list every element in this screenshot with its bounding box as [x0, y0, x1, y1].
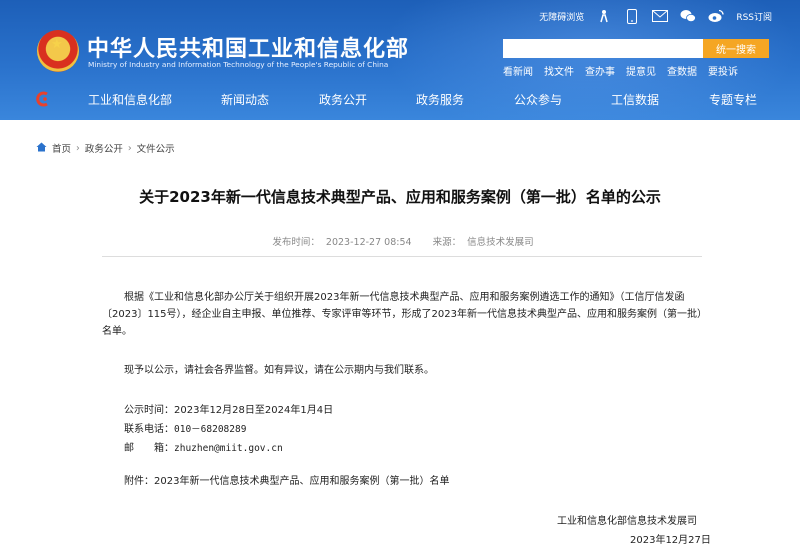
quick-link-complaints[interactable]: 要投诉 — [708, 63, 738, 78]
period-value: 2023年12月28日至2024年1月4日 — [174, 405, 334, 416]
contact-info: 公示时间：2023年12月28日至2024年1月4日 联系电话：010－6820… — [124, 401, 724, 458]
phone-value: 010－68208289 — [174, 424, 247, 435]
quick-links: 看新闻 找文件 查办事 提意见 查数据 要投诉 — [503, 63, 738, 78]
search-button[interactable]: 统一搜索 — [703, 39, 769, 58]
publish-time: 2023-12-27 08:54 — [325, 237, 412, 248]
quick-link-services[interactable]: 查办事 — [585, 63, 615, 78]
quick-link-news[interactable]: 看新闻 — [503, 63, 533, 78]
nav-item-data[interactable]: 工信数据 — [611, 91, 659, 108]
nav-item-participation[interactable]: 公众参与 — [514, 91, 562, 108]
quick-link-feedback[interactable]: 提意见 — [626, 63, 656, 78]
article-meta: 发布时间： 2023-12-27 08:54 来源： 信息技术发展司 — [0, 234, 800, 248]
quick-link-data[interactable]: 查数据 — [667, 63, 697, 78]
breadcrumb-separator: › — [76, 142, 80, 154]
mobile-icon[interactable] — [624, 8, 640, 24]
rss-link[interactable]: RSS订阅 — [736, 10, 772, 23]
weibo-icon[interactable] — [708, 8, 724, 24]
home-logo-icon[interactable] — [34, 90, 52, 108]
mail-icon[interactable] — [652, 8, 669, 24]
top-links: 无障碍浏览 RSS订阅 — [539, 8, 772, 24]
site-title[interactable]: 中华人民共和国工业和信息化部 — [87, 31, 409, 63]
national-emblem-icon: ★ — [37, 30, 79, 72]
nav-item-gov-affairs[interactable]: 政务公开 — [319, 91, 367, 108]
signature-org: 工业和信息化部信息技术发展司 — [557, 516, 697, 527]
article-paragraph-2: 现予以公示，请社会各界监督。如有异议，请在公示期内与我们联系。 — [124, 365, 434, 376]
breadcrumb-file-notices[interactable]: 文件公示 — [137, 141, 175, 155]
site-header: ★ 中华人民共和国工业和信息化部 Ministry of Industry an… — [0, 0, 800, 120]
source-label: 来源： — [432, 237, 462, 248]
nav-item-news[interactable]: 新闻动态 — [221, 91, 269, 108]
attachment-label: 附件： — [124, 476, 154, 487]
home-icon[interactable] — [36, 142, 47, 155]
publish-time-label: 发布时间： — [272, 237, 320, 248]
breadcrumb-gov-affairs[interactable]: 政务公开 — [85, 141, 123, 155]
elderly-mode-icon[interactable] — [596, 8, 612, 24]
attachment-link[interactable]: 2023年新一代信息技术典型产品、应用和服务案例（第一批）名单 — [154, 476, 449, 487]
search-input[interactable] — [503, 39, 703, 58]
article-title: 关于2023年新一代信息技术典型产品、应用和服务案例（第一批）名单的公示 — [139, 188, 661, 206]
period-label: 公示时间： — [124, 405, 174, 416]
quick-link-files[interactable]: 找文件 — [544, 63, 574, 78]
nav-item-topics[interactable]: 专题专栏 — [709, 91, 757, 108]
accessibility-link[interactable]: 无障碍浏览 — [539, 10, 584, 23]
wechat-icon[interactable] — [680, 8, 697, 24]
email-value[interactable]: zhuzhen@miit.gov.cn — [174, 443, 283, 454]
breadcrumb: 首页 › 政务公开 › 文件公示 — [36, 141, 175, 155]
main-nav: 工业和信息化部 新闻动态 政务公开 政务服务 公众参与 工信数据 专题专栏 — [0, 86, 800, 112]
meta-divider — [102, 256, 702, 257]
attachment: 附件：2023年新一代信息技术典型产品、应用和服务案例（第一批）名单 — [124, 473, 724, 490]
source: 信息技术发展司 — [467, 237, 534, 248]
article-paragraph-1: 根据《工业和信息化部办公厅关于组织开展2023年新一代信息技术典型产品、应用和服… — [102, 292, 702, 337]
breadcrumb-home[interactable]: 首页 — [52, 141, 71, 155]
breadcrumb-separator: › — [127, 142, 132, 154]
email-label: 邮 箱： — [124, 443, 174, 454]
nav-item-gov-services[interactable]: 政务服务 — [416, 91, 464, 108]
site-subtitle: Ministry of Industry and Information Tec… — [88, 60, 389, 69]
signature-date: 2023年12月27日 — [630, 535, 711, 546]
phone-label: 联系电话： — [124, 424, 174, 435]
nav-item-ministry[interactable]: 工业和信息化部 — [88, 91, 172, 108]
